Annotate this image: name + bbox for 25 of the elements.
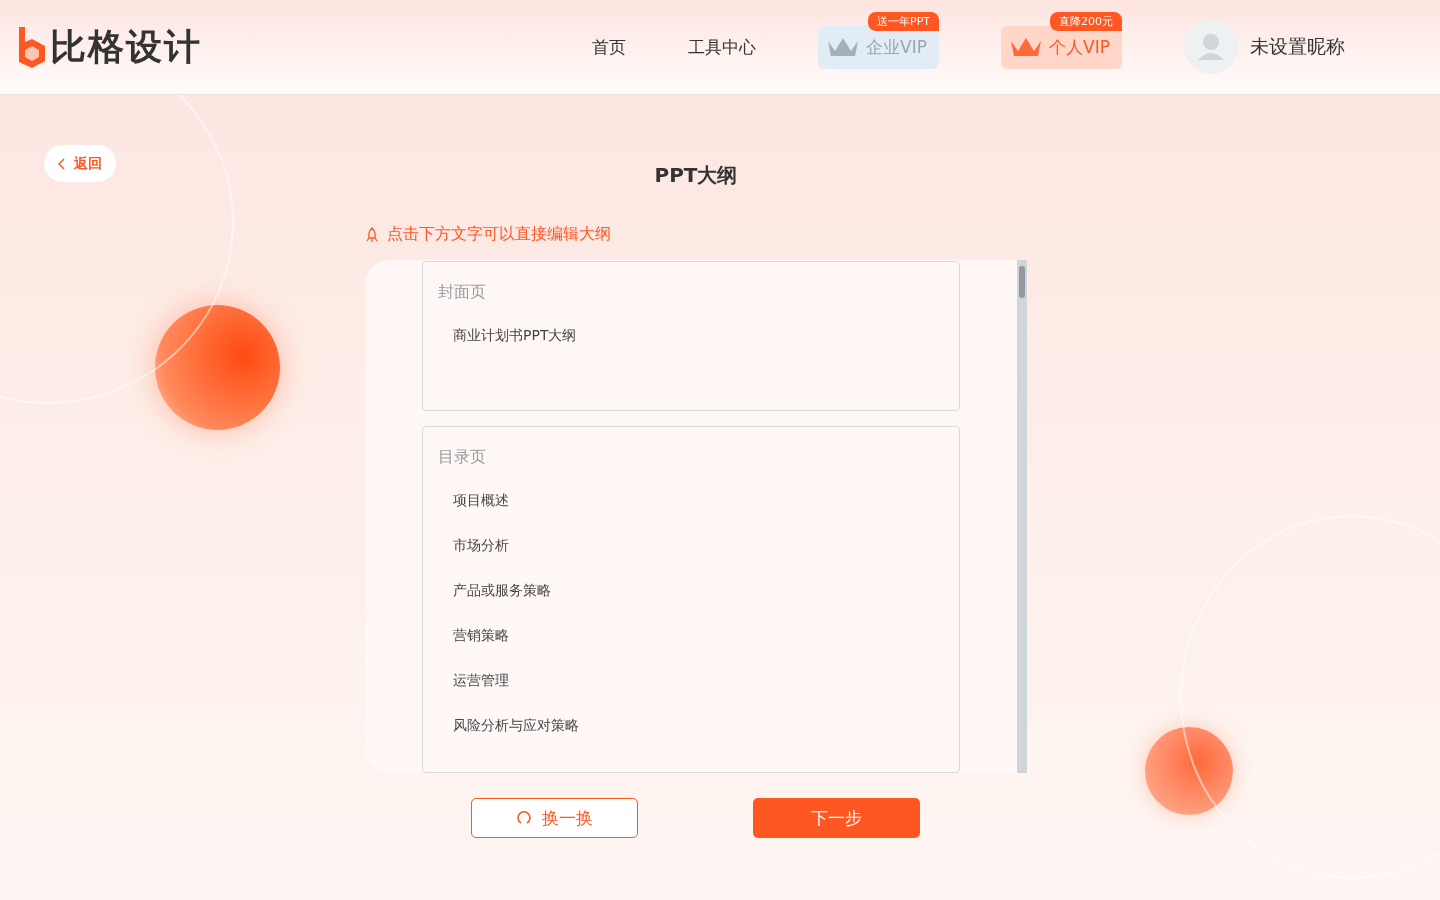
chevron-left-icon <box>58 157 66 170</box>
avatar-icon[interactable] <box>1184 20 1238 74</box>
promo-badge: 直降200元 <box>1050 11 1122 31</box>
outline-card[interactable]: 目录页 项目概述 市场分析 产品或服务策略 营销策略 运营管理 风险分析与应对策略 <box>422 426 960 773</box>
section-title: 封面页 <box>438 282 487 303</box>
outline-item[interactable]: 产品或服务策略 <box>438 578 944 603</box>
rocket-icon <box>365 226 379 243</box>
outline-item[interactable]: 风险分析与应对策略 <box>438 713 944 738</box>
outline-item[interactable]: 营销策略 <box>438 623 944 648</box>
outline-item[interactable]: 运营管理 <box>438 668 944 693</box>
logo-icon <box>16 24 48 70</box>
refresh-icon <box>516 810 532 826</box>
scrollbar[interactable] <box>1017 260 1027 773</box>
logo-text: 比格设计 <box>50 24 202 69</box>
nav-link[interactable]: 工具中心 <box>688 35 756 59</box>
outline-item[interactable]: 市场分析 <box>438 533 944 558</box>
section-title: 目录页 <box>438 447 487 468</box>
nav-link[interactable]: 首页 <box>592 35 626 59</box>
user-name[interactable]: 未设置昵称 <box>1250 34 1345 60</box>
outline-card[interactable]: 封面页 商业计划书PPT大纲 <box>422 261 960 411</box>
promo-badge: 送一年PPT <box>868 11 939 31</box>
hint-text: 点击下方文字可以直接编辑大纲 <box>387 224 611 245</box>
outline-item[interactable]: 商业计划书PPT大纲 <box>438 323 944 348</box>
page-title: PPT大纲 <box>653 162 739 189</box>
outline-item[interactable]: 项目概述 <box>438 488 944 513</box>
